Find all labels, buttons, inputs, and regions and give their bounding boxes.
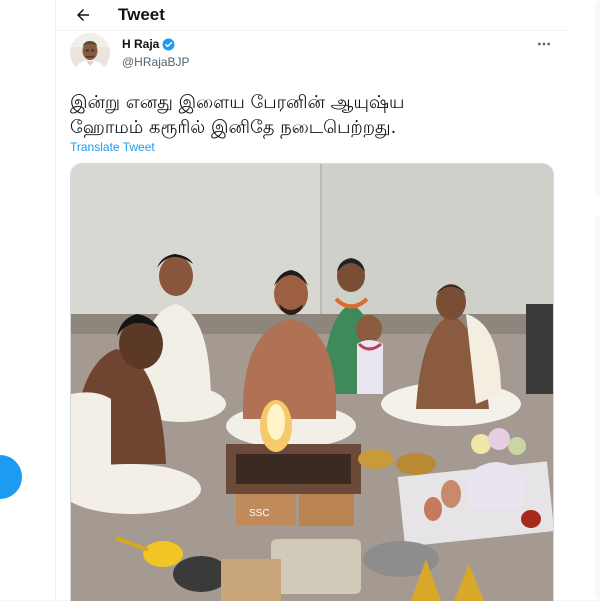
tweet-author: H Raja @HRajaBJP (70, 33, 555, 77)
author-display-name[interactable]: H Raja (122, 37, 159, 51)
author-handle[interactable]: @HRajaBJP (122, 55, 190, 69)
more-horizontal-icon (538, 42, 550, 46)
main-column: Tweet H Raja @HRajaBJP இன்று எனது இளைய ப… (55, 0, 568, 601)
arrow-left-icon (77, 9, 89, 21)
page-header: Tweet (56, 0, 567, 31)
more-options-button[interactable] (533, 33, 555, 55)
tweet-text: இன்று எனது இளைய பேரனின் ஆயுஷ்ய ஹோமம் கரூ… (70, 92, 405, 138)
left-gutter (0, 0, 55, 600)
verified-badge-icon (162, 38, 175, 50)
right-sidebar-card (595, 215, 600, 600)
translate-tweet-link[interactable]: Translate Tweet (70, 140, 155, 154)
tweet-photo[interactable]: SSC (70, 163, 554, 601)
avatar-image (70, 33, 110, 73)
ritual-photo: SSC (71, 164, 553, 601)
avatar[interactable] (70, 33, 110, 73)
author-name-row: H Raja (122, 37, 175, 51)
back-button[interactable] (68, 3, 98, 27)
box-label: SSC (249, 508, 270, 519)
page-title: Tweet (118, 5, 165, 24)
right-sidebar-card (595, 0, 600, 195)
